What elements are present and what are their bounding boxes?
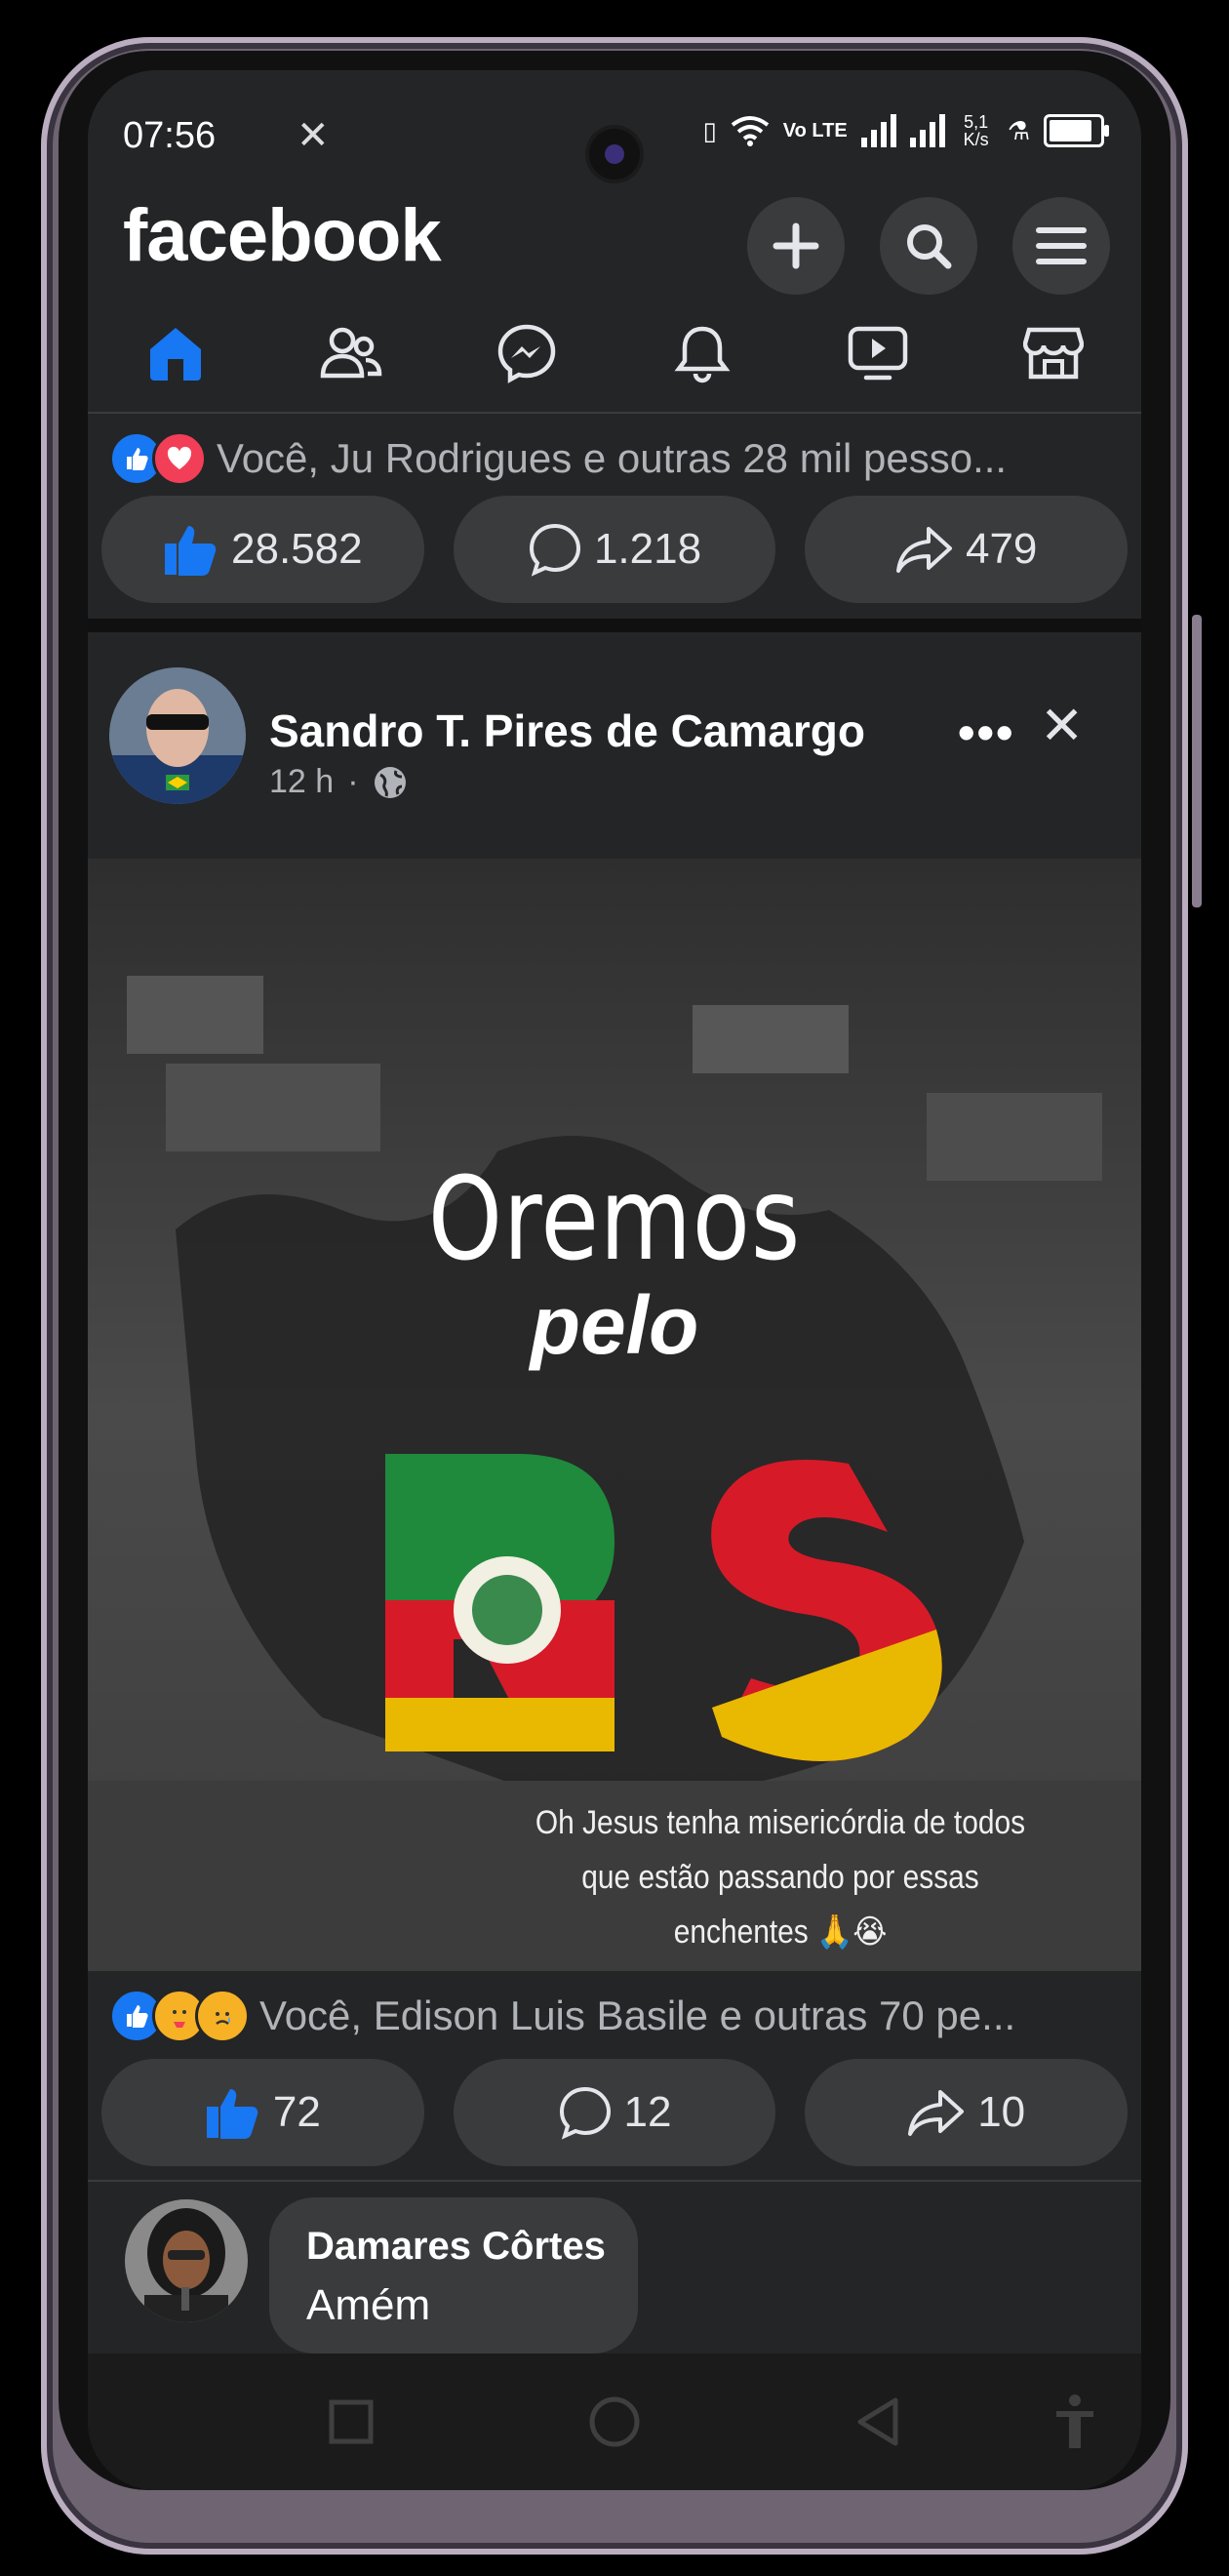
tab-friends[interactable] [302,304,400,402]
image-caption: Oh Jesus tenha misericórdia de todos que… [480,1795,1081,1959]
volte-label: Vo LTE [782,120,848,141]
back-button[interactable] [849,2393,907,2451]
tab-notifications[interactable] [654,304,751,402]
reactions-summary: Você, Edison Luis Basile e outras 70 pe.… [259,1992,1016,2038]
more-options-button[interactable]: ••• [958,704,1015,761]
reactions-summary: Você, Ju Rodrigues e outras 28 mil pesso… [217,435,1008,481]
search-icon [907,224,952,269]
status-bar: 07:56 ✕ ▯ Vo LTE 5,1 K/s ⚗ [88,70,1141,187]
commenter-name[interactable]: Damares Côrtes [306,2225,606,2269]
post-actions: 72 12 10 [101,2059,1129,2166]
tab-messenger[interactable] [478,304,575,402]
comment-count: 1.218 [593,525,702,573]
tab-video[interactable] [829,304,927,402]
prev-post-actions: 28.582 1.218 479 [101,496,1129,603]
tab-home[interactable] [127,304,224,402]
caption-line: Oh Jesus tenha misericórdia de todos [535,1804,1026,1841]
meta-dot: · [347,763,359,800]
main-tab-bar [88,304,1141,414]
author-name[interactable]: Sandro T. Pires de Camargo [269,704,865,757]
caption-line: que estão passando por essas [581,1859,979,1896]
sad-reaction-icon [195,1989,250,2043]
menu-icon [1036,227,1087,264]
tab-marketplace[interactable] [1005,304,1102,402]
status-icons: ▯ Vo LTE 5,1 K/s ⚗ [702,112,1109,149]
post-image[interactable]: Oremos pelo Oh Jesus tenha misericórdia … [88,859,1141,1971]
post-reactions[interactable]: Você, Edison Luis Basile e outras 70 pe.… [109,1987,1015,2045]
share-icon [895,527,952,573]
facebook-logo: facebook [123,194,442,277]
love-reaction-icon [152,431,207,486]
comment-icon [529,523,580,577]
front-camera [589,129,640,180]
accessibility-icon [1056,2395,1093,2448]
flask-icon: ⚗ [1007,115,1030,145]
comment-button[interactable]: 12 [453,2059,776,2166]
search-button[interactable] [880,197,977,295]
comment-bubble[interactable]: Damares Côrtes Amém [269,2197,638,2354]
like-icon [165,526,217,576]
marketplace-icon [1023,327,1084,380]
reaction-badges [109,431,207,486]
back-triangle-icon [857,2397,898,2446]
volume-button [1192,615,1202,907]
menu-button[interactable] [1012,197,1110,295]
plus-icon [773,222,819,269]
author-avatar[interactable] [109,667,246,804]
battery-icon [1044,114,1109,147]
square-icon [329,2399,374,2444]
commenter-avatar[interactable] [125,2199,248,2322]
recents-button[interactable] [322,2393,380,2451]
like-count: 72 [272,2088,321,2136]
like-icon [206,2089,258,2139]
like-button[interactable]: 72 [101,2059,424,2166]
home-nav-button[interactable] [585,2393,644,2451]
x-icon: ✕ [297,114,330,157]
post-meta: 12 h · [269,763,408,801]
video-icon [848,326,908,381]
app-header: facebook [88,187,1141,295]
share-button[interactable]: 479 [805,496,1129,603]
system-nav-bar [88,2354,1141,2490]
post-time[interactable]: 12 h [269,763,334,801]
image-title: Oremos [427,1151,802,1286]
comment-text: Amém [306,2281,431,2329]
circle-icon [589,2396,640,2447]
notifications-icon [674,326,731,383]
status-time: 07:56 [123,115,217,156]
like-button[interactable]: 28.582 [101,496,424,603]
signal-icon [860,114,896,147]
signal-icon-2 [909,114,945,147]
globe-icon [374,766,406,798]
share-icon [908,2090,965,2136]
like-count: 28.582 [231,525,363,573]
divider [88,2180,1141,2182]
home-icon [150,328,201,381]
vibrate-icon: ▯ [702,115,717,145]
close-button[interactable]: ✕ [1040,695,1084,756]
comment-count: 12 [623,2088,672,2136]
messenger-icon [497,324,556,383]
friends-icon [320,327,382,379]
image-subtitle: pelo [530,1279,699,1371]
phone-screen: 07:56 ✕ ▯ Vo LTE 5,1 K/s ⚗ facebook Você… [88,70,1141,2490]
comment-icon [559,2086,611,2140]
share-count: 479 [965,525,1038,573]
network-speed: 5,1 K/s [963,112,989,149]
post-separator [88,619,1141,632]
share-button[interactable]: 10 [805,2059,1129,2166]
accessibility-button[interactable] [1046,2393,1104,2451]
caption-line: enchentes 🙏😭 [673,1913,888,1951]
create-button[interactable] [747,197,845,295]
wifi-icon [731,116,769,146]
reaction-badges [109,1989,250,2043]
comment-button[interactable]: 1.218 [453,496,776,603]
share-count: 10 [977,2088,1026,2136]
prev-post-reactions[interactable]: Você, Ju Rodrigues e outras 28 mil pesso… [109,429,1007,488]
